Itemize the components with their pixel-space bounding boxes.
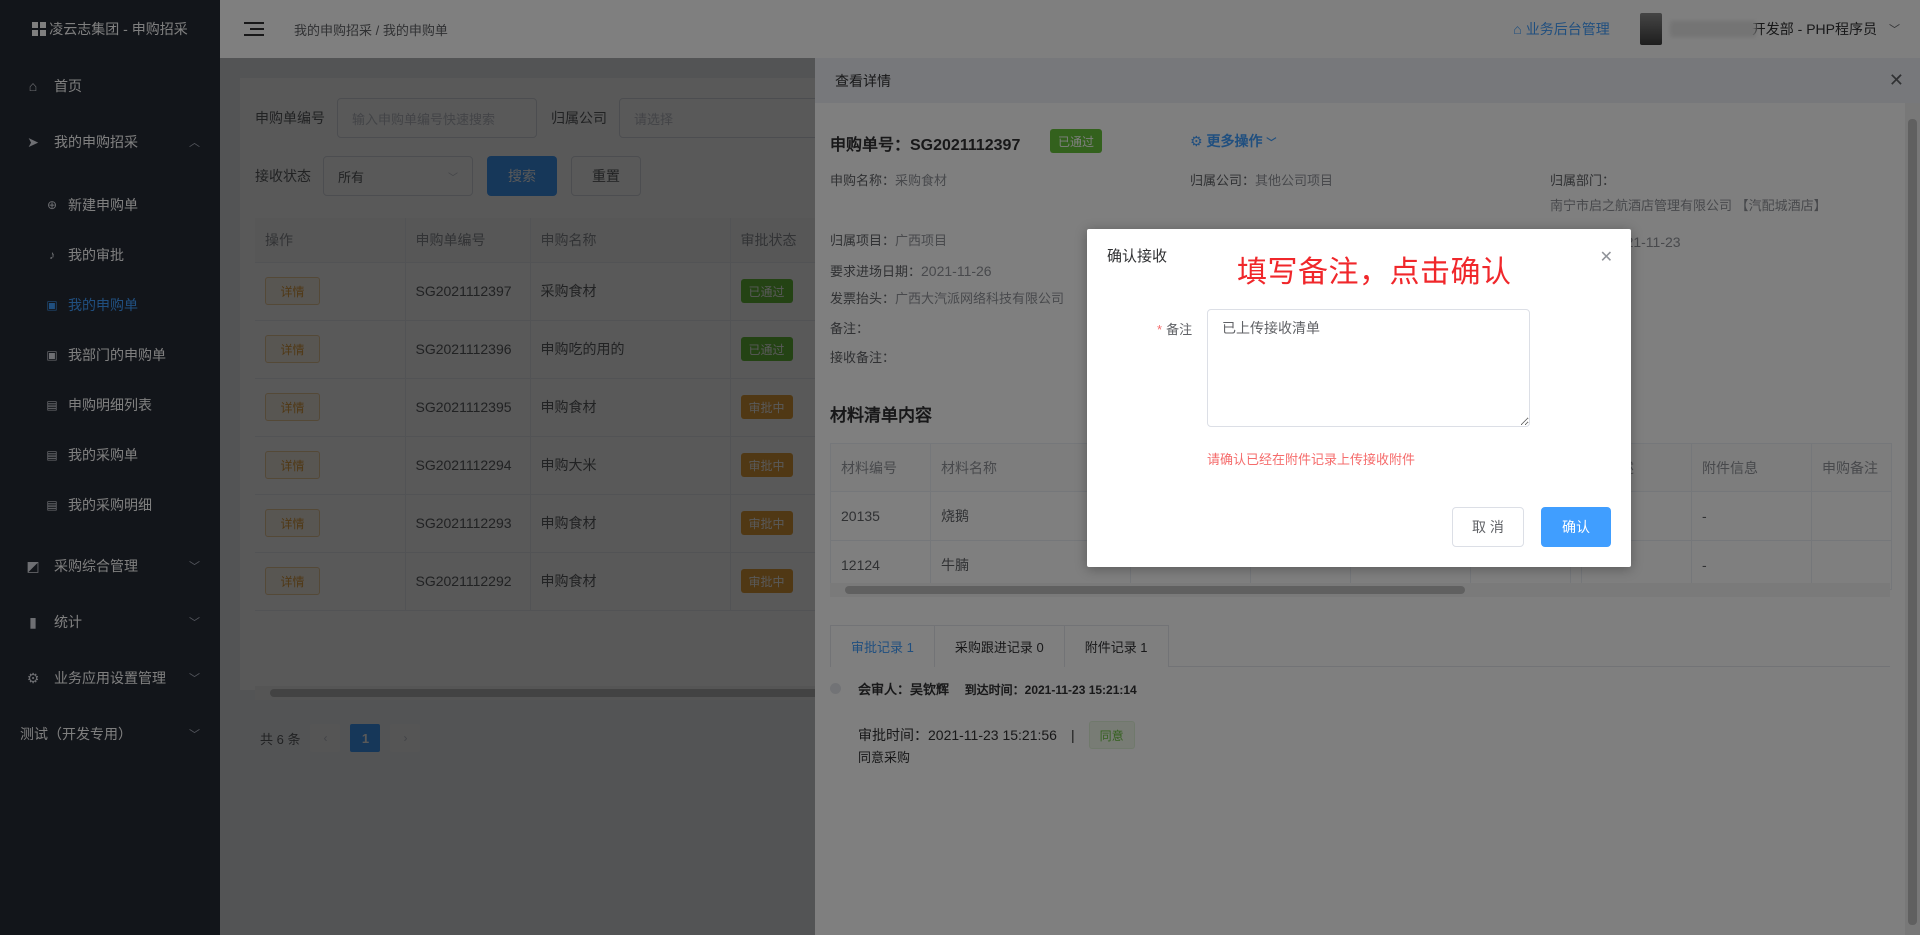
remark-label: * 备注 (1157, 319, 1192, 338)
warning-text: 请确认已经在附件记录上传接收附件 (1207, 452, 1416, 467)
dialog-backdrop[interactable] (0, 0, 1920, 935)
close-icon[interactable]: ✕ (1600, 247, 1613, 267)
cancel-button[interactable]: 取 消 (1452, 507, 1524, 547)
annotation-text: 填写备注，点击确认 (1237, 256, 1512, 289)
remark-label-text: 备注 (1166, 322, 1193, 337)
confirm-button[interactable]: 确认 (1541, 507, 1611, 547)
remark-textarea[interactable]: 已上传接收清单 (1207, 309, 1530, 427)
required-mark: * (1157, 322, 1163, 337)
confirm-receive-dialog: 确认接收 填写备注，点击确认 ✕ * 备注 已上传接收清单 请确认已经在附件记录上… (1087, 229, 1631, 567)
dialog-title: 确认接收 (1107, 248, 1168, 265)
